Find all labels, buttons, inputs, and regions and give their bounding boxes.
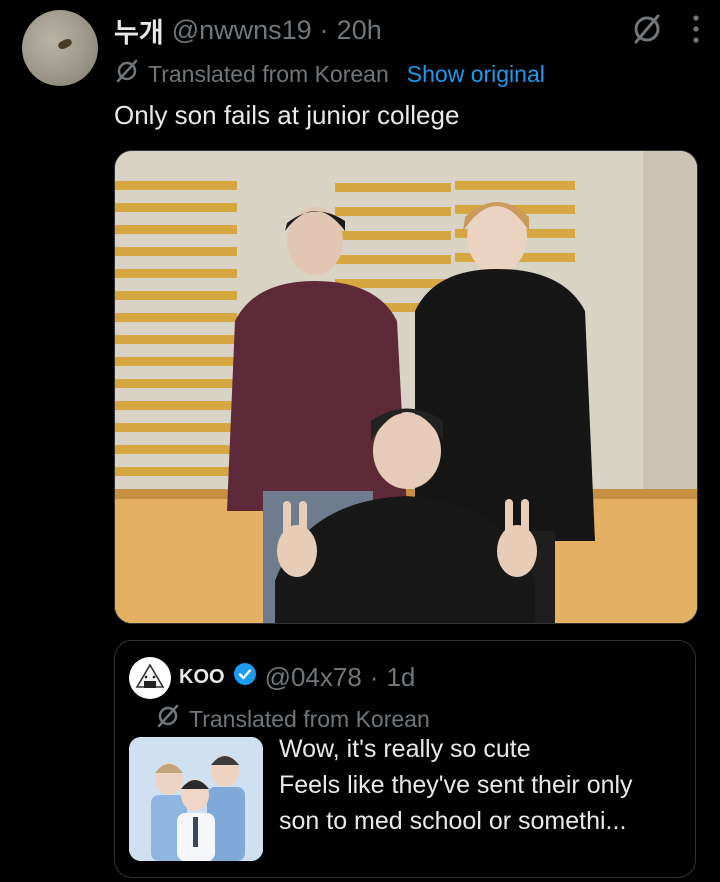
quoted-text-line: Wow, it's really so cute [279,735,531,763]
translation-row: Translated from Korean Show original [114,58,545,90]
verified-badge-icon [233,662,257,693]
author-handle[interactable]: @nwwns19 [172,15,312,46]
quoted-text-line: Feels like they've sent their only [279,771,633,799]
grok-slash-icon[interactable] [630,12,664,51]
post-text: Only son fails at junior college [114,100,460,130]
quoted-text-line: son to med school or somethi... [279,807,627,835]
post-actions-top [630,12,700,51]
header-separator: · [319,14,329,45]
quoted-separator: · [369,661,379,692]
quoted-time[interactable]: 1d [386,662,415,693]
translated-label: Translated from Korean [148,60,389,87]
show-original-link[interactable]: Show original [407,61,545,88]
photo-illustration [115,151,697,623]
post-time[interactable]: 20h [337,15,382,46]
quoted-post[interactable]: KOO @04x78 · 1d Translated from Korean W… [114,640,696,878]
quoted-display-name[interactable]: KOO [179,666,225,689]
quoted-translated-label: Translated from Korean [189,705,430,732]
quoted-text: Wow, it's really so cute Feels like they… [279,731,689,839]
translate-icon [114,58,140,90]
quoted-photo-thumbnail[interactable] [129,737,263,861]
post-photo[interactable] [114,150,698,624]
quoted-handle[interactable]: @04x78 [265,662,362,693]
avatar-speck [56,37,74,51]
translate-icon [155,703,181,735]
quoted-author-avatar[interactable] [129,657,171,699]
author-avatar[interactable] [22,10,98,86]
more-vertical-icon[interactable] [692,14,700,49]
post-header: 누개 @nwwns19 · 20h [114,12,382,48]
author-display-name[interactable]: 누개 [114,11,164,50]
quoted-header: KOO @04x78 · 1d [179,657,415,697]
